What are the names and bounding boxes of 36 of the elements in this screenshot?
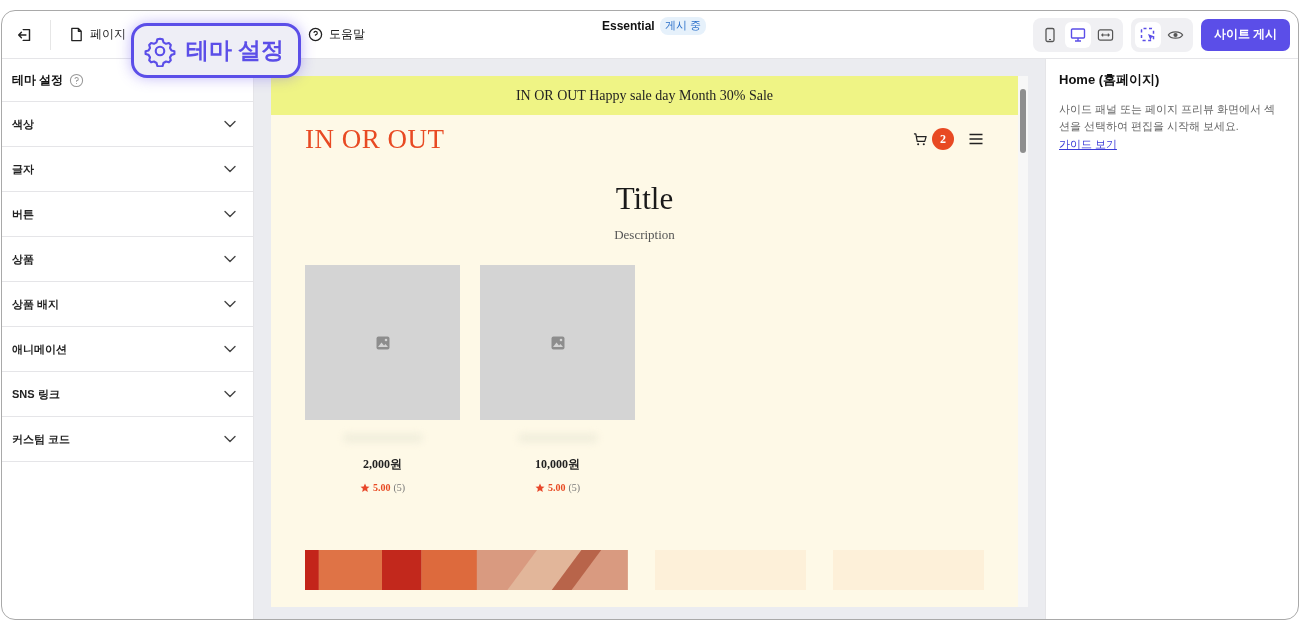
nav-tab[interactable]: 페이지 (67, 21, 128, 48)
site-name: Essential (602, 19, 655, 33)
scrollbar[interactable] (1018, 76, 1028, 607)
publish-button[interactable]: 사이트 게시 (1200, 18, 1290, 51)
section-title: Title (614, 181, 675, 217)
cart-icon[interactable] (913, 131, 928, 147)
image-icon (375, 335, 390, 350)
monitor-icon (1069, 26, 1086, 43)
review-count: (5) (568, 482, 581, 493)
announcement-bar: IN OR OUT Happy sale day Month 30% Sale (271, 76, 1018, 115)
panel-title: 테마 설정 (12, 71, 64, 89)
image-icon (550, 335, 565, 350)
callout-label: 테마 설정 (186, 36, 285, 65)
review-count: (5) (393, 482, 406, 493)
product-price: 2,000원 (363, 456, 402, 473)
rating-value: 5.00 (547, 482, 566, 493)
nav-tab[interactable]: 도움말 (306, 21, 367, 48)
select-cursor-icon (1139, 26, 1156, 43)
desktop-view-button[interactable] (1064, 21, 1091, 48)
star-icon (534, 482, 545, 493)
menu-icon[interactable] (968, 131, 984, 147)
help-icon[interactable] (69, 72, 85, 88)
status-badge: 게시 중 (659, 17, 706, 35)
select-mode-button[interactable] (1134, 21, 1161, 48)
resize-icon (1097, 26, 1115, 43)
page-icon (69, 27, 84, 42)
star-icon (359, 482, 370, 493)
inspector-title: Home (홈페이지) (1059, 71, 1161, 89)
inspector-hint: 사이드 패널 또는 페이지 프리뷰 화면에서 섹션을 선택하여 편집을 시작해 보세요. 가이드 보기 (1059, 102, 1276, 152)
cart-count-badge: 2 (932, 128, 954, 150)
section-description: Description (613, 227, 676, 243)
store-logo[interactable]: IN OR OUT (305, 123, 445, 155)
help-icon (308, 27, 323, 42)
rating-value: 5.00 (372, 482, 391, 493)
product-price: 10,000원 (535, 456, 580, 473)
guide-link[interactable]: 가이드 보기 (1059, 137, 1117, 150)
